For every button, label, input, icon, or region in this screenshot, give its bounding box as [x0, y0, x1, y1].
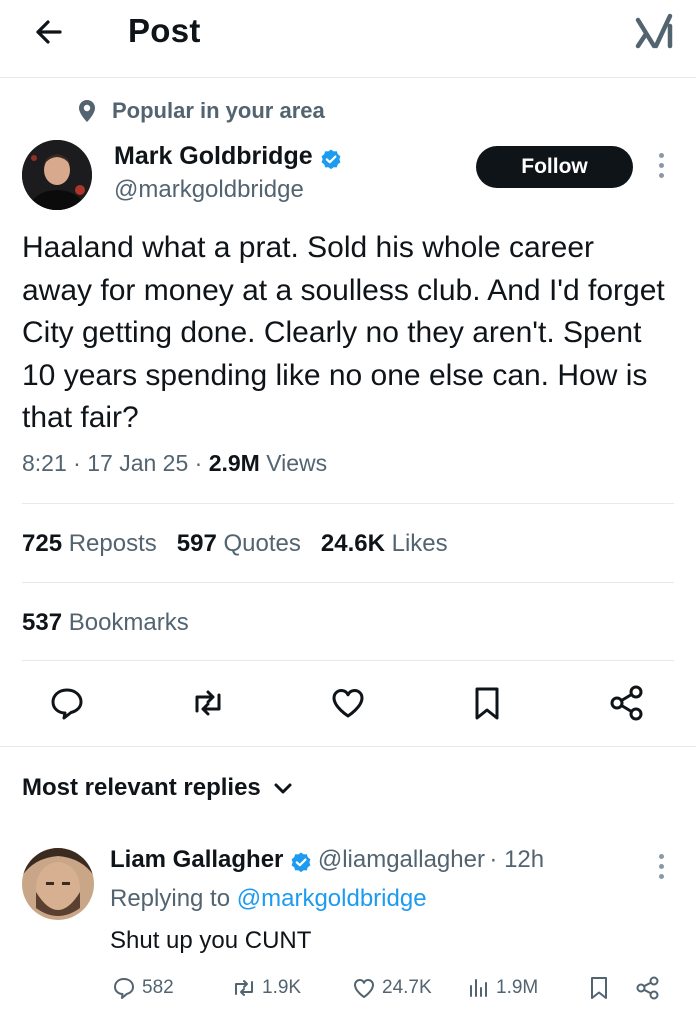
reposts-count: 725: [22, 530, 63, 557]
reply-views-button[interactable]: 1.9M: [466, 972, 538, 1004]
divider: [22, 660, 674, 661]
verified-badge-icon: [321, 149, 341, 169]
chevron-down-icon: [274, 783, 292, 794]
reply-avatar[interactable]: [22, 848, 94, 920]
bookmarks-count: 537: [22, 609, 63, 636]
reply-header: Liam Gallagher @liamgallagher · 12h: [110, 846, 544, 875]
repost-icon[interactable]: [187, 682, 229, 724]
reply-text: Shut up you CUNT: [110, 927, 312, 954]
verified-badge-icon: [291, 852, 311, 872]
tweet-text: Haaland what a prat. Sold his whole care…: [22, 231, 665, 434]
reply-count: 582: [142, 977, 174, 998]
views-count: 1.9M: [496, 977, 539, 998]
reply-sort-label: Most relevant replies: [22, 774, 261, 801]
meta-separator: ·: [194, 450, 203, 476]
bookmarks-stat[interactable]: 537 Bookmarks: [22, 609, 189, 637]
replying-to-prefix: Replying to: [110, 885, 231, 912]
reply-author-name[interactable]: Liam Gallagher: [110, 846, 283, 873]
views-count: 2.9M: [208, 450, 260, 476]
meta-separator: ·: [73, 450, 81, 476]
reply-like-button[interactable]: 24.7K: [350, 972, 432, 1004]
more-options-icon[interactable]: [655, 854, 667, 882]
views-label: Views: [266, 450, 328, 476]
tweet-date[interactable]: 17 Jan 25: [87, 450, 188, 476]
location-pin-icon: [74, 98, 100, 124]
likes-stat[interactable]: 24.6K Likes: [321, 530, 448, 557]
bookmark-icon[interactable]: [466, 682, 508, 724]
page-title: Post: [128, 12, 201, 49]
social-context-label: Popular in your area: [112, 98, 325, 123]
reply-share-button[interactable]: [634, 972, 666, 1004]
social-context: Popular in your area: [74, 96, 325, 126]
share-icon: [636, 976, 659, 1000]
share-icon[interactable]: [606, 682, 648, 724]
quotes-stat[interactable]: 597 Quotes: [177, 530, 301, 557]
replying-to: Replying to @markgoldbridge: [110, 885, 427, 913]
bookmarks-label: Bookmarks: [68, 609, 189, 636]
tweet-meta: 8:21 · 17 Jan 25 · 2.9M Views: [22, 450, 327, 477]
top-bar: Post: [0, 0, 696, 78]
author-avatar[interactable]: [22, 140, 92, 210]
reply-sort-dropdown[interactable]: Most relevant replies: [22, 774, 293, 802]
follow-button[interactable]: Follow: [476, 146, 633, 188]
author-name[interactable]: Mark Goldbridge: [114, 142, 313, 170]
reply-reply-button[interactable]: 582: [110, 972, 174, 1004]
grok-logo-icon[interactable]: [632, 12, 676, 52]
quotes-count: 597: [176, 530, 217, 557]
author-handle[interactable]: @markgoldbridge: [114, 176, 304, 204]
like-icon: [354, 979, 374, 998]
arrow-left-icon[interactable]: [30, 14, 70, 50]
likes-count: 24.6K: [320, 530, 385, 557]
more-options-icon[interactable]: [655, 153, 667, 181]
divider: [22, 503, 674, 504]
quotes-label: Quotes: [223, 530, 301, 557]
reply-bookmark-button[interactable]: [586, 972, 616, 1004]
divider: [22, 582, 674, 583]
engagement-stats: 725 Reposts 597 Quotes 24.6K Likes: [22, 530, 448, 558]
divider: [0, 746, 696, 747]
like-count: 24.7K: [382, 977, 432, 998]
like-icon[interactable]: [327, 682, 369, 724]
bookmark-icon: [591, 977, 607, 999]
likes-label: Likes: [391, 530, 448, 557]
replying-to-handle[interactable]: @markgoldbridge: [237, 885, 427, 912]
reposts-label: Reposts: [68, 530, 157, 557]
repost-count: 1.9K: [262, 977, 302, 998]
reply-repost-button[interactable]: 1.9K: [230, 972, 301, 1004]
reply-icon: [114, 978, 134, 999]
author-name-row[interactable]: Mark Goldbridge: [114, 142, 343, 172]
tweet-time[interactable]: 8:21: [22, 450, 67, 476]
reply-time[interactable]: · 12h: [489, 846, 544, 873]
reposts-stat[interactable]: 725 Reposts: [22, 530, 157, 557]
repost-icon: [235, 980, 253, 996]
reply-author-handle[interactable]: @liamgallagher: [318, 846, 485, 873]
views-chart-icon: [470, 979, 487, 997]
reply-icon[interactable]: [46, 682, 88, 724]
